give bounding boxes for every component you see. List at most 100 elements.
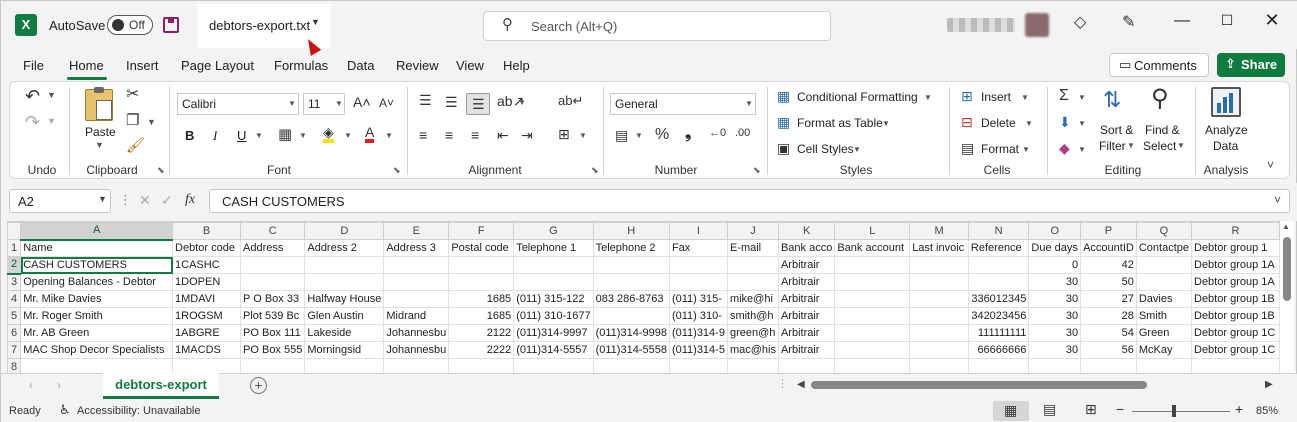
select-all-corner[interactable]	[7, 222, 22, 240]
scroll-thumb[interactable]	[811, 381, 1147, 389]
next-sheet-icon[interactable]: ›	[57, 379, 61, 391]
grid-cell[interactable]: Arbitrair	[777, 307, 836, 325]
grid-cell[interactable]	[909, 341, 969, 359]
grid-cell[interactable]: Midrand	[383, 307, 450, 325]
grid-cell[interactable]	[967, 358, 1030, 373]
chevron-down-icon[interactable]: ▼	[95, 141, 104, 150]
insert-function-icon[interactable]: fx	[185, 192, 195, 208]
grid-cell[interactable]	[726, 256, 779, 274]
grid-cell[interactable]: (011)314-9997	[513, 324, 594, 342]
maximize-button[interactable]: ☐	[1209, 13, 1245, 37]
grid-cell[interactable]: Johannesbu	[383, 341, 450, 359]
grid-cell[interactable]: Mr. Roger Smith	[20, 307, 174, 325]
grid-cell[interactable]	[383, 256, 450, 274]
align-right-icon[interactable]: ≡	[471, 128, 479, 142]
tab-view[interactable]: View	[456, 58, 484, 73]
grid-cell[interactable]: MAC Shop Decor Specialists	[20, 341, 174, 359]
insert-button[interactable]: Insert	[981, 90, 1011, 104]
grid-cell[interactable]: 0	[1028, 256, 1082, 274]
undo-icon[interactable]: ↶	[25, 87, 40, 105]
grid-cell[interactable]	[1028, 358, 1082, 373]
tab-data[interactable]: Data	[347, 58, 374, 73]
prev-sheet-icon[interactable]: ‹	[29, 379, 33, 391]
grid-cell[interactable]: Debtor group 1A	[1191, 256, 1280, 274]
chevron-down-icon[interactable]: ▼	[1021, 94, 1029, 102]
chevron-down-icon[interactable]: ▼	[1078, 94, 1086, 102]
chevron-down-icon[interactable]: ▼	[1078, 146, 1086, 154]
grid-cell[interactable]: 2222	[448, 341, 515, 359]
grid-cell[interactable]: Debtor group 1B	[1191, 290, 1280, 308]
grid-cell[interactable]: green@h	[726, 324, 779, 342]
share-button[interactable]: ⇪ Share	[1217, 53, 1285, 77]
grid-cell[interactable]	[383, 358, 450, 373]
grid-cell[interactable]: Arbitrair	[777, 290, 836, 308]
borders-icon[interactable]: ▦	[278, 127, 292, 142]
decrease-decimal-icon[interactable]: .00	[735, 128, 750, 139]
cut-icon[interactable]: ✂	[126, 87, 139, 103]
grid-cell[interactable]	[240, 256, 306, 274]
grid-cell[interactable]	[592, 256, 670, 274]
row-header[interactable]: 3	[7, 273, 22, 291]
row-header[interactable]: 4	[7, 290, 22, 308]
tab-insert[interactable]: Insert	[126, 58, 159, 73]
grid-cell[interactable]: Glen Austin	[304, 307, 385, 325]
align-bottom-button[interactable]: ☰	[466, 93, 490, 115]
close-button[interactable]: ✕	[1254, 11, 1290, 37]
grid-cell[interactable]	[304, 256, 385, 274]
column-header[interactable]: J	[726, 222, 779, 240]
grid-cell[interactable]: 342023456	[967, 307, 1030, 325]
format-button[interactable]: Format	[981, 142, 1019, 156]
chevron-down-icon[interactable]: ▼	[344, 132, 352, 140]
fill-color-icon[interactable]: ◈	[323, 125, 334, 143]
grid-cell[interactable]	[726, 273, 779, 291]
grid-cell[interactable]	[967, 273, 1030, 291]
align-center-icon[interactable]: ≡	[445, 128, 453, 142]
grid-cell[interactable]	[240, 358, 306, 373]
chevron-down-icon[interactable]: ▼	[255, 132, 263, 140]
grid-cell[interactable]: Bank acco	[777, 239, 836, 257]
column-header[interactable]: G	[513, 222, 594, 240]
chevron-down-icon[interactable]: ▼	[924, 94, 932, 102]
grid-cell[interactable]	[448, 256, 515, 274]
chevron-down-icon[interactable]: ▼	[518, 99, 526, 107]
grid-cell[interactable]: Address 2	[304, 239, 385, 257]
grid-cell[interactable]: Green	[1135, 324, 1193, 342]
grid-cell[interactable]: Davies	[1135, 290, 1193, 308]
grid-cell[interactable]: 1MACDS	[172, 341, 242, 359]
zoom-slider-handle[interactable]	[1172, 405, 1176, 417]
row-header[interactable]: 7	[7, 341, 22, 359]
grid-cell[interactable]: (011) 315-	[668, 290, 728, 308]
grid-cell[interactable]	[909, 307, 969, 325]
grid-cell[interactable]: Plot 539 Bc	[240, 307, 306, 325]
conditional-formatting-button[interactable]: Conditional Formatting	[797, 90, 918, 104]
paste-icon[interactable]	[85, 87, 113, 121]
grid-cell[interactable]: Mr. AB Green	[20, 324, 174, 342]
grid-cell[interactable]: 1ROGSM	[172, 307, 242, 325]
grid-cell[interactable]: (011)314-5	[668, 341, 728, 359]
column-header[interactable]: B	[172, 222, 242, 240]
scroll-left-icon[interactable]: ◀	[797, 380, 805, 390]
increase-font-icon[interactable]: A˄	[353, 95, 371, 109]
enter-icon[interactable]: ✓	[161, 193, 173, 207]
grid-cell[interactable]: Last invoic	[909, 239, 969, 257]
accessibility-status[interactable]: Accessibility: Unavailable	[77, 405, 201, 417]
column-header[interactable]: L	[834, 222, 911, 240]
grid-cell[interactable]: (011) 310-1677	[513, 307, 594, 325]
scroll-up-icon[interactable]: ▲	[1282, 223, 1290, 231]
grid-cell[interactable]: Lakeside	[304, 324, 385, 342]
copy-icon[interactable]: ❐	[126, 113, 139, 128]
clear-icon[interactable]: ◆	[1059, 141, 1070, 155]
page-break-view-icon[interactable]: ⊞	[1085, 402, 1097, 416]
grid-cell[interactable]: 54	[1080, 324, 1137, 342]
column-header[interactable]: I	[668, 222, 728, 240]
redo-icon[interactable]: ↷	[25, 113, 40, 131]
format-painter-icon[interactable]: 🖌	[126, 138, 145, 153]
add-sheet-icon[interactable]: +	[250, 377, 267, 394]
column-header[interactable]: F	[448, 222, 515, 240]
grid-cell[interactable]: Arbitrair	[777, 256, 836, 274]
sort-filter-icon[interactable]: ⇅	[1103, 89, 1121, 111]
grid-cell[interactable]: Bank account	[834, 239, 911, 257]
tab-page-layout[interactable]: Page Layout	[181, 58, 254, 73]
column-header[interactable]: Q	[1135, 222, 1193, 240]
grid-cell[interactable]	[967, 256, 1030, 274]
